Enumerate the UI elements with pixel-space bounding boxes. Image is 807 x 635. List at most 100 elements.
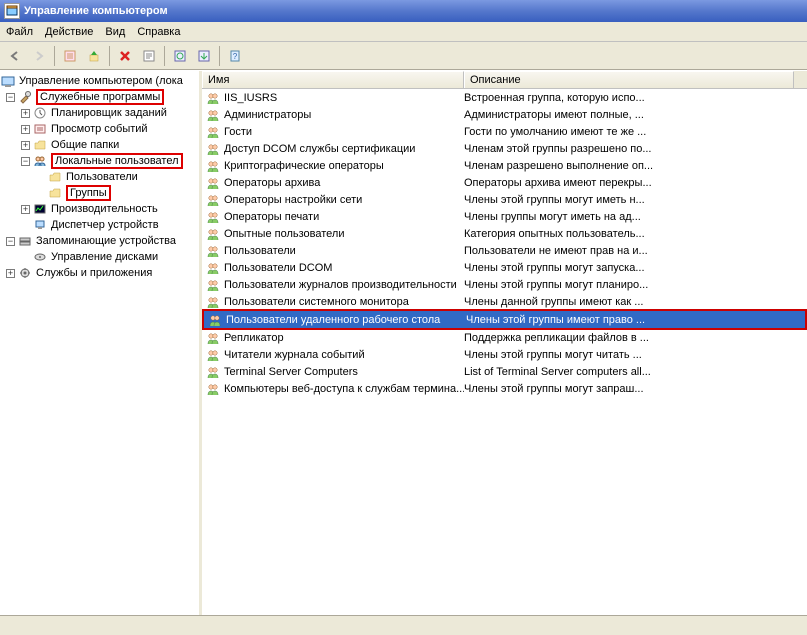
list-row[interactable]: Пользователи DCOM Члены этой группы могут… xyxy=(202,259,807,276)
row-desc: Члены этой группы могут запуска... xyxy=(464,262,794,274)
menu-view[interactable]: Вид xyxy=(105,26,125,38)
tree-performance[interactable]: + Производительность xyxy=(0,201,199,217)
shared-folder-icon xyxy=(32,137,48,153)
separator xyxy=(54,46,55,66)
menu-bar: Файл Действие Вид Справка xyxy=(0,22,807,42)
list-row[interactable]: АдминистраторыАдминистраторы имеют полны… xyxy=(202,106,807,123)
row-name: Операторы печати xyxy=(224,211,319,223)
computer-icon xyxy=(0,73,16,89)
row-name: Компьютеры веб-доступа к службам термина… xyxy=(224,383,464,395)
up-button[interactable] xyxy=(83,45,105,67)
row-desc: Члены этой группы имеют право ... xyxy=(466,314,796,326)
list-row[interactable]: Криптографические операторы Членам разреш… xyxy=(202,157,807,174)
list-row[interactable]: РепликаторПоддержка репликации файлов в … xyxy=(202,329,807,346)
tree-users[interactable]: Пользователи xyxy=(0,169,199,185)
tree-root[interactable]: Управление компьютером (лока xyxy=(0,73,199,89)
tree-groups[interactable]: Группы xyxy=(0,185,199,201)
list-row[interactable]: Компьютеры веб-доступа к службам термина… xyxy=(202,380,807,397)
list-row[interactable]: Читатели журнала событий Члены этой групп… xyxy=(202,346,807,363)
title-bar: Управление компьютером xyxy=(0,0,807,22)
collapse-icon[interactable]: − xyxy=(21,157,30,166)
row-name: Пользователи удаленного рабочего стола xyxy=(226,314,440,326)
row-name: Операторы архива xyxy=(224,177,320,189)
expand-icon[interactable]: + xyxy=(6,269,15,278)
list-row[interactable]: Пользователи журналов производительности… xyxy=(202,276,807,293)
tree-pane[interactable]: Управление компьютером (лока − Служебные… xyxy=(0,71,202,615)
menu-file[interactable]: Файл xyxy=(6,26,33,38)
row-desc: Члены данной группы имеют как ... xyxy=(464,296,794,308)
row-desc: Гости по умолчанию имеют те же ... xyxy=(464,126,794,138)
delete-button[interactable] xyxy=(114,45,136,67)
group-icon xyxy=(205,124,221,140)
row-name: Читатели журнала событий xyxy=(224,349,365,361)
group-icon xyxy=(205,107,221,123)
list-row[interactable]: Пользователи системного монитора Члены да… xyxy=(202,293,807,310)
col-header-desc[interactable]: Описание xyxy=(464,71,794,88)
group-icon xyxy=(205,226,221,242)
list-row[interactable]: IIS_IUSRSВстроенная группа, которую испо… xyxy=(202,89,807,106)
expand-icon[interactable]: + xyxy=(21,205,30,214)
window-title: Управление компьютером xyxy=(24,5,168,17)
menu-action[interactable]: Действие xyxy=(45,26,93,38)
row-name: Пользователи xyxy=(224,245,296,257)
refresh-button[interactable] xyxy=(169,45,191,67)
group-icon xyxy=(207,312,223,328)
list-row[interactable]: Опытные пользователиКатегория опытных по… xyxy=(202,225,807,242)
row-desc: Операторы архива имеют перекры... xyxy=(464,177,794,189)
help-button[interactable]: ? xyxy=(224,45,246,67)
row-desc: Члены этой группы могут читать ... xyxy=(464,349,794,361)
tools-icon xyxy=(17,89,33,105)
separator xyxy=(109,46,110,66)
tree-devmgr[interactable]: Диспетчер устройств xyxy=(0,217,199,233)
list-row[interactable]: Terminal Server ComputersList of Termina… xyxy=(202,363,807,380)
list-row[interactable]: Доступ DCOM службы сертификацииЧленам эт… xyxy=(202,140,807,157)
row-name: Доступ DCOM службы сертификации xyxy=(224,143,415,155)
group-icon xyxy=(205,381,221,397)
list-pane[interactable]: Имя Описание IIS_IUSRSВстроенная группа,… xyxy=(202,71,807,615)
properties-button[interactable] xyxy=(138,45,160,67)
list-row[interactable]: Пользователи удаленного рабочего стола Чл… xyxy=(202,309,807,330)
tree-event-viewer[interactable]: + Просмотр событий xyxy=(0,121,199,137)
list-row[interactable]: Операторы настройки сетиЧлены этой групп… xyxy=(202,191,807,208)
disk-icon xyxy=(32,249,48,265)
collapse-icon[interactable]: − xyxy=(6,93,15,102)
tree-shared-folders[interactable]: + Общие папки xyxy=(0,137,199,153)
separator xyxy=(164,46,165,66)
back-button[interactable] xyxy=(4,45,26,67)
expand-icon[interactable]: + xyxy=(21,109,30,118)
services-icon xyxy=(17,265,33,281)
col-header-name[interactable]: Имя xyxy=(202,71,464,88)
collapse-icon[interactable]: − xyxy=(6,237,15,246)
group-icon xyxy=(205,243,221,259)
row-name: Криптографические операторы xyxy=(224,160,384,172)
group-icon xyxy=(205,364,221,380)
group-icon xyxy=(205,141,221,157)
tree-local-users[interactable]: − Локальные пользовател xyxy=(0,153,199,169)
expand-icon[interactable]: + xyxy=(21,125,30,134)
menu-help[interactable]: Справка xyxy=(137,26,180,38)
tree-task-scheduler[interactable]: + Планировщик заданий xyxy=(0,105,199,121)
action-button[interactable] xyxy=(59,45,81,67)
forward-button[interactable] xyxy=(28,45,50,67)
tree-utilities[interactable]: − Служебные программы xyxy=(0,89,199,105)
row-name: Пользователи журналов производительности xyxy=(224,279,457,291)
row-name: Terminal Server Computers xyxy=(224,366,358,378)
tree-storage[interactable]: − Запоминающие устройства xyxy=(0,233,199,249)
list-row[interactable]: ГостиГости по умолчанию имеют те же ... xyxy=(202,123,807,140)
list-row[interactable]: ПользователиПользователи не имеют прав н… xyxy=(202,242,807,259)
tree-diskmgr[interactable]: Управление дисками xyxy=(0,249,199,265)
group-icon xyxy=(205,330,221,346)
expand-icon[interactable]: + xyxy=(21,141,30,150)
export-button[interactable] xyxy=(193,45,215,67)
group-icon xyxy=(205,347,221,363)
row-name: Пользователи DCOM xyxy=(224,262,332,274)
list-row[interactable]: Операторы печатиЧлены группы могут иметь… xyxy=(202,208,807,225)
tree-services[interactable]: + Службы и приложения xyxy=(0,265,199,281)
group-icon xyxy=(205,260,221,276)
list-row[interactable]: Операторы архива Операторы архива имеют п… xyxy=(202,174,807,191)
row-name: Пользователи системного монитора xyxy=(224,296,409,308)
row-desc: Членам разрешено выполнение оп... xyxy=(464,160,794,172)
events-icon xyxy=(32,121,48,137)
clock-icon xyxy=(32,105,48,121)
status-bar xyxy=(0,615,807,635)
